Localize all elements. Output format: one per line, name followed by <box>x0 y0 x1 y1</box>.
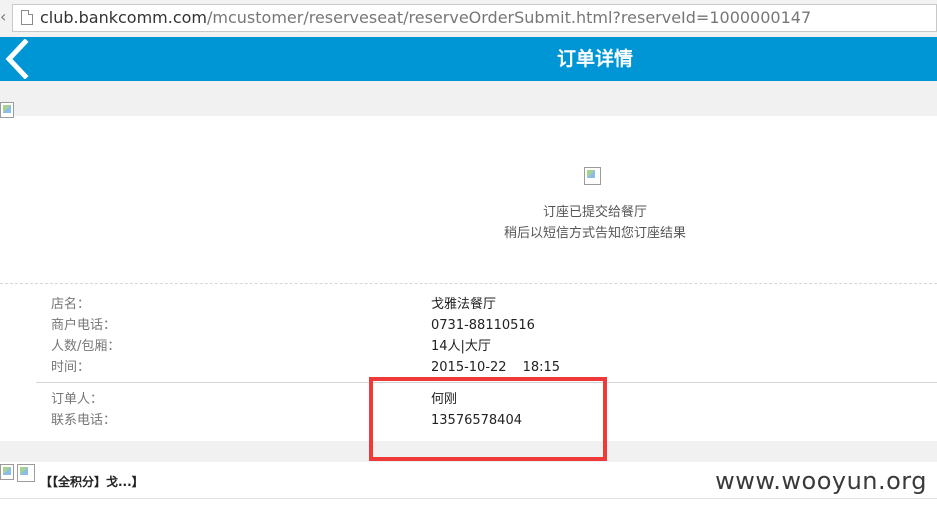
top-banner-band <box>0 81 937 118</box>
status-line-1: 订座已提交给餐厅 <box>542 205 647 220</box>
detail-value: 14人|大厅 <box>431 339 491 354</box>
reservation-time: 18:15 <box>522 360 561 375</box>
app-header: 订单详情 <box>0 37 937 81</box>
url-host: club.bankcomm.com <box>40 8 208 27</box>
url-text[interactable]: club.bankcomm.com/mcustomer/reserveseat/… <box>40 8 811 28</box>
detail-label: 店名： <box>51 297 91 312</box>
detail-value: 0731-88110516 <box>431 318 535 333</box>
detail-label: 人数/包厢： <box>51 339 121 354</box>
contact-label: 联系电话： <box>51 413 117 428</box>
divider-dashed <box>0 283 937 284</box>
broken-image-icon <box>17 464 35 482</box>
divider-bottom <box>0 498 937 499</box>
recommend-item-link[interactable]: 【【全积分】戈...】 <box>40 472 144 492</box>
status-line-2: 稍后以短信方式告知您订座结果 <box>503 226 686 241</box>
page-title: 订单详情 <box>556 48 633 70</box>
url-field[interactable]: club.bankcomm.com/mcustomer/reserveseat/… <box>12 4 937 32</box>
detail-value: 2015-10-22 18:15 <box>431 357 831 378</box>
browser-address-bar: ‹ club.bankcomm.com/mcustomer/reservesea… <box>0 0 937 38</box>
reservation-date: 2015-10-22 <box>431 360 507 375</box>
broken-image-icon <box>0 464 14 480</box>
detail-value: 戈雅法餐厅 <box>431 297 497 312</box>
contact-label: 订单人： <box>51 392 104 407</box>
detail-label: 商户电话： <box>51 318 117 333</box>
page-icon <box>21 10 33 25</box>
broken-image-icon <box>0 102 14 118</box>
url-path: /mcustomer/reserveseat/reserveOrderSubmi… <box>207 8 812 27</box>
success-image-icon <box>584 167 601 185</box>
watermark-text: www.wooyun.org <box>715 467 927 495</box>
red-highlight-box <box>369 377 607 461</box>
detail-label: 时间： <box>51 360 91 375</box>
browser-back-icon[interactable]: ‹ <box>0 7 10 27</box>
